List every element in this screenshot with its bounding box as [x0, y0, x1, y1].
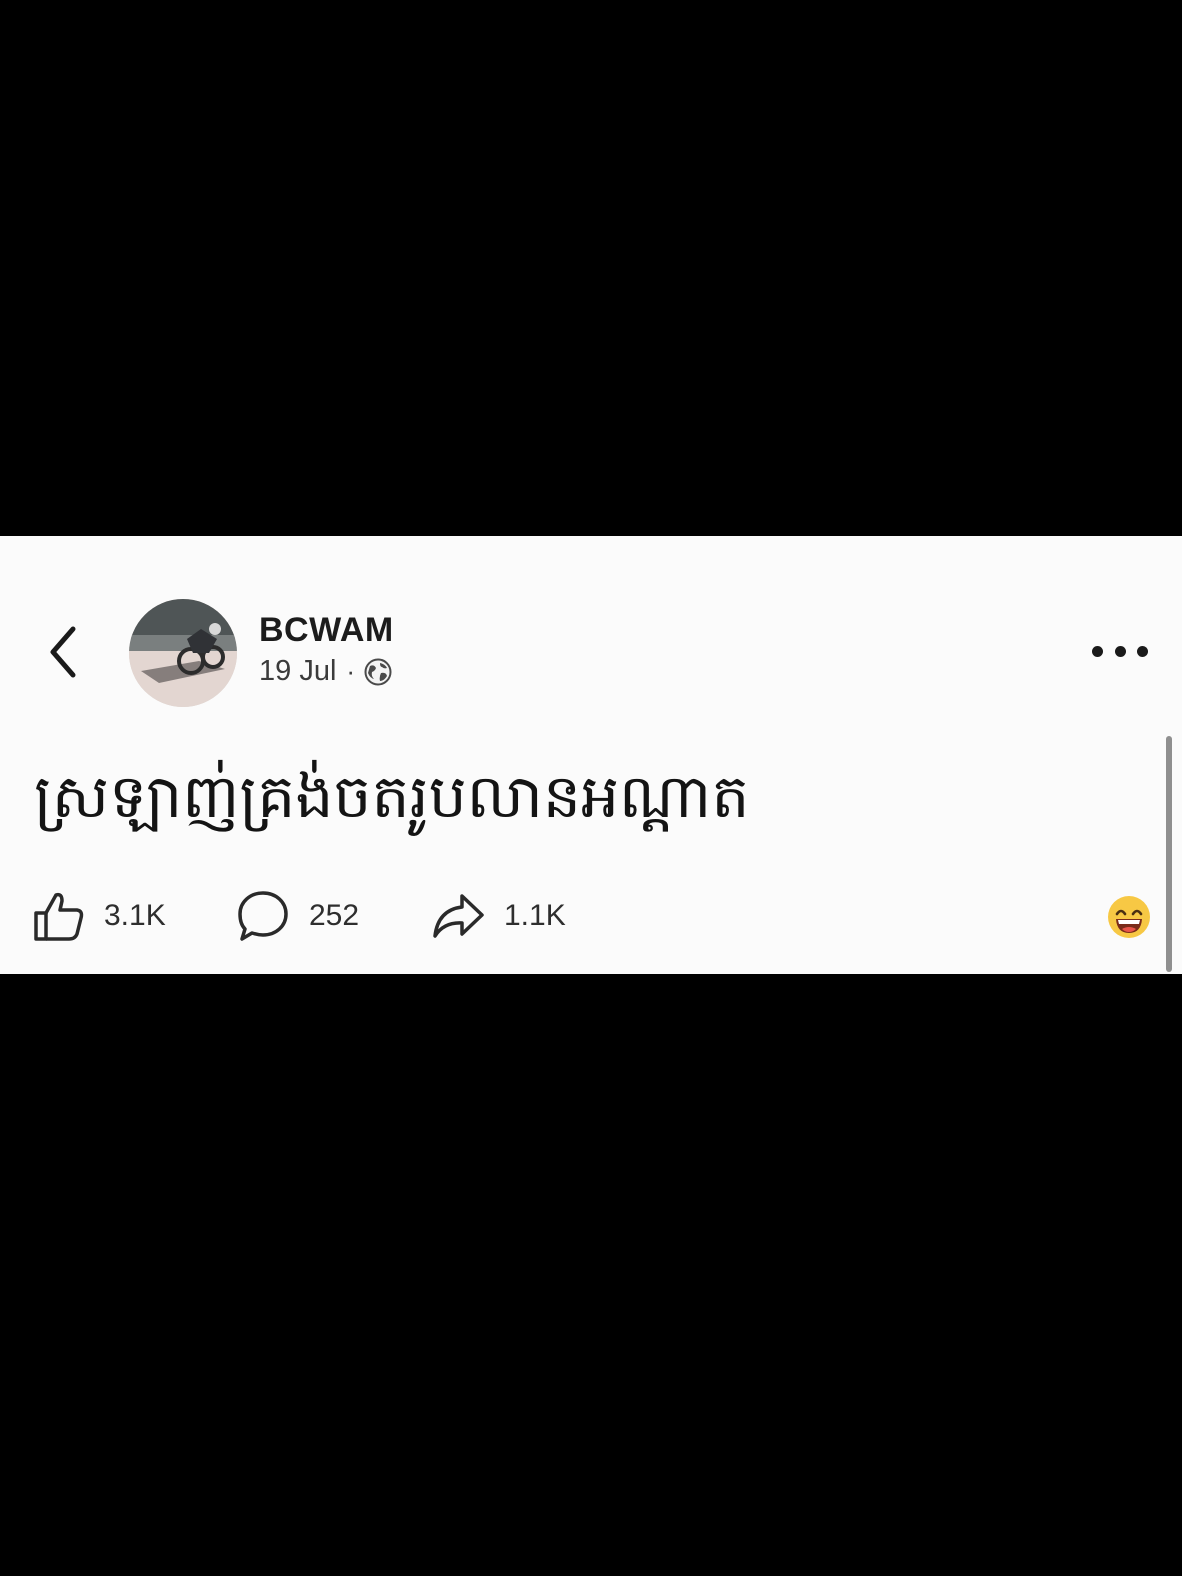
ellipsis-dot [1137, 645, 1148, 657]
comment-bubble-icon [238, 891, 288, 941]
post-card: BCWAM 19 Jul · ស្រឡាញ់គ្រង់ចតរូបលានអណ្ដា… [0, 536, 1182, 974]
globe-icon [364, 658, 392, 685]
like-count: 3.1K [104, 899, 166, 932]
author-avatar[interactable] [129, 599, 237, 707]
comment-count: 252 [309, 899, 360, 932]
share-button[interactable]: 1.1K [430, 886, 566, 946]
post-meta: 19 Jul · [259, 655, 393, 688]
scrollbar[interactable] [1166, 736, 1172, 972]
author-name[interactable]: BCWAM [259, 611, 394, 650]
back-button[interactable] [36, 620, 90, 684]
meta-separator: · [346, 656, 356, 686]
chevron-left-icon [50, 626, 76, 678]
screen: BCWAM 19 Jul · ស្រឡាញ់គ្រង់ចតរូបលានអណ្ដា… [0, 0, 1182, 1576]
post-date[interactable]: 19 Jul [259, 655, 336, 688]
post-actions: 3.1K 252 1.1K [32, 886, 632, 946]
grinning-face-emoji[interactable] [1107, 895, 1151, 939]
like-button[interactable]: 3.1K [32, 886, 166, 946]
share-arrow-icon [433, 894, 484, 938]
thumbs-up-icon [34, 892, 84, 941]
ellipsis-dot [1092, 645, 1103, 657]
post-text: ស្រឡាញ់គ្រង់ចតរូបលានអណ្ដាត [34, 762, 750, 832]
avatar-photo [129, 599, 237, 707]
comment-button[interactable]: 252 [235, 886, 359, 946]
more-options-button[interactable] [1092, 636, 1148, 666]
ellipsis-dot [1114, 645, 1126, 657]
share-count: 1.1K [504, 899, 566, 932]
